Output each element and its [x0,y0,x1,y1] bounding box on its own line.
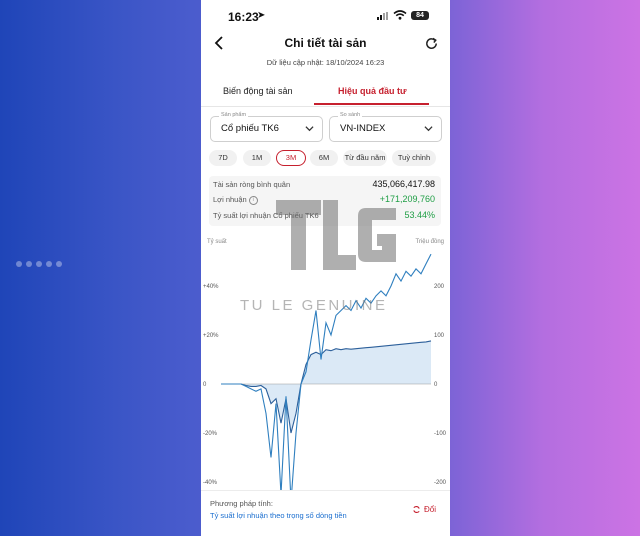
page-title: Chi tiết tài sản [284,36,367,50]
watermark-text: TU LE GENUINE [240,297,388,314]
battery-icon: 84 [411,11,429,20]
period-ytd[interactable]: Từ đầu năm [343,150,387,166]
product-select-value: Cổ phiếu TK6 [221,123,279,134]
location-arrow-icon: ➤ [257,10,266,21]
product-select[interactable]: Sản phẩm Cổ phiếu TK6 [210,112,323,142]
avg-nav-label: Tài sản ròng bình quân [213,180,291,189]
refresh-icon[interactable] [424,36,439,51]
left-tick-label: +40% [203,284,219,290]
cellular-signal-icon [377,12,388,20]
left-axis-label: Tỷ suất [207,238,227,245]
active-tab-indicator [314,103,429,105]
right-tick-label: 100 [434,333,445,339]
status-time: 16:23 [228,10,259,24]
left-tick-label: +20% [203,333,219,339]
phone-screen: 16:23 ➤ 84 Chi tiết tài sản Dữ liệu cập … [201,0,450,536]
period-1m[interactable]: 1M [243,150,271,166]
chevron-down-icon [424,126,433,132]
profit-label: Lợi nhuận [213,195,247,204]
period-3m[interactable]: 3M [276,150,306,166]
right-axis-label: Triệu đồng [416,239,444,245]
data-updated-text: Dữ liệu cập nhật: 18/10/2024 16:23 [266,58,385,67]
calculation-method-footer: Phương pháp tính: Tỷ suất lợi nhuận theo… [201,490,450,536]
period-custom[interactable]: Tuỳ chỉnh [392,150,436,166]
compare-select-caption: So sánh [338,112,363,118]
product-select-caption: Sản phẩm [219,112,249,118]
method-label: Phương pháp tính: [210,499,273,508]
app-header: Chi tiết tài sản [201,32,450,56]
swap-icon [413,506,420,513]
right-tick-label: 0 [434,382,438,388]
period-7d[interactable]: 7D [209,150,237,166]
period-6m[interactable]: 6M [310,150,338,166]
change-method-button[interactable]: Đổi [412,505,436,514]
info-icon[interactable]: i [248,195,258,205]
compare-select[interactable]: So sánh VN-INDEX [329,112,442,142]
status-bar: 16:23 ➤ 84 [201,0,450,32]
tab-bar: Biến động tài sản Hiệu quả đầu tư [201,78,450,107]
compare-select-value: VN-INDEX [340,123,386,134]
profit-area [221,340,431,433]
change-method-label: Đổi [424,505,437,514]
left-tick-label: -20% [203,431,218,437]
watermark-logo [276,200,396,270]
avg-nav-value: 435,066,417.98 [372,179,435,189]
method-value: Tỷ suất lợi nhuận theo trọng số dòng tiề… [210,511,347,520]
left-tick-label: 0 [203,382,207,388]
tab-investment-performance[interactable]: Hiệu quả đầu tư [338,86,407,96]
left-tick-label: -40% [203,480,218,486]
tab-asset-changes[interactable]: Biến động tài sản [223,86,293,96]
right-tick-label: 200 [434,284,445,290]
background-dots [16,261,62,267]
period-selector: 7D 1M 3M 6M Từ đầu năm Tuỳ chỉnh [209,150,445,166]
wifi-icon [393,10,407,20]
right-tick-label: -200 [434,480,447,486]
chevron-down-icon [305,126,314,132]
right-tick-label: -100 [434,431,447,437]
